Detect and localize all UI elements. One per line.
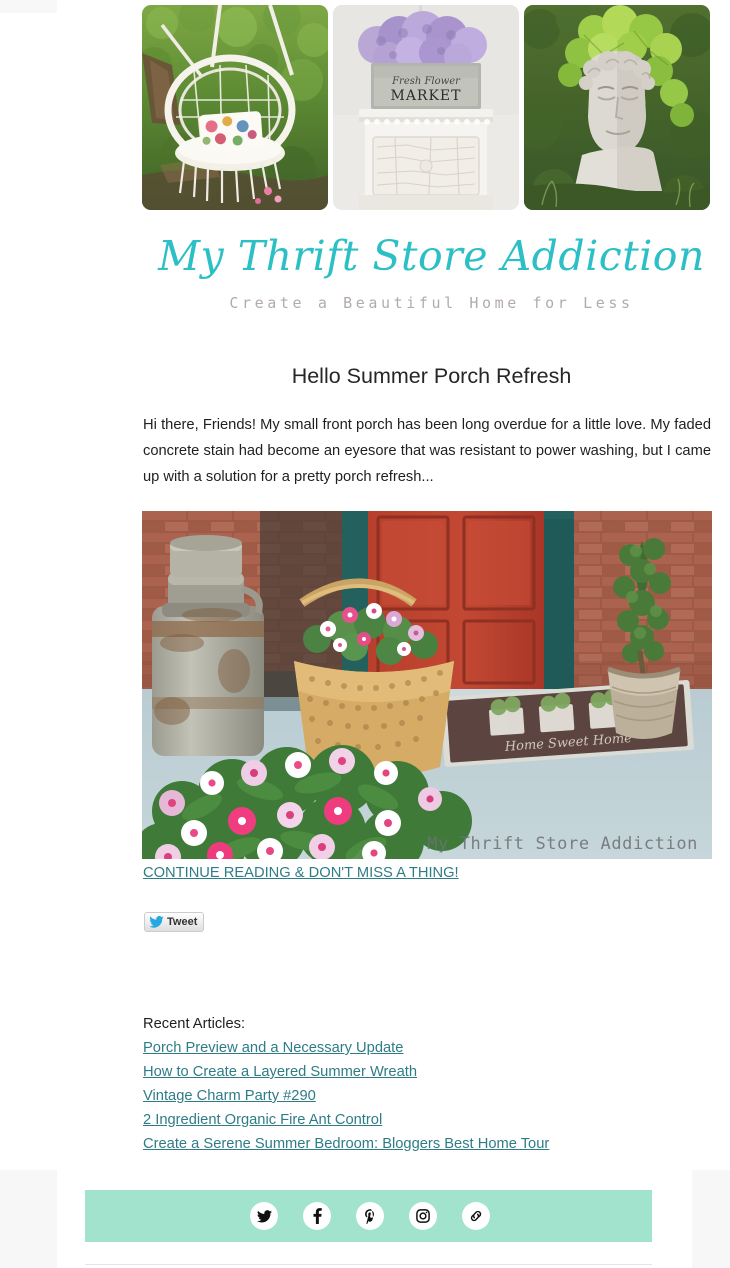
post-excerpt: Hi there, Friends! My small front porch …	[143, 417, 711, 485]
svg-text:MARKET: MARKET	[390, 88, 461, 104]
recent-articles-section: Recent Articles: Porch Preview and a Nec…	[143, 1012, 711, 1156]
recent-article-link[interactable]: Vintage Charm Party #290	[143, 1084, 316, 1108]
brand-tagline: Create a Beautiful Home for Less	[229, 294, 634, 313]
footer-divider	[85, 1264, 652, 1265]
tweet-button[interactable]: Tweet	[144, 912, 205, 932]
recent-article-link[interactable]: Create a Serene Summer Bedroom: Bloggers…	[143, 1132, 549, 1156]
continue-reading-link[interactable]: CONTINUE READING & DON'T MISS A THING!	[143, 865, 459, 881]
recent-article-link[interactable]: How to Create a Layered Summer Wreath	[143, 1060, 417, 1084]
twitter-icon	[256, 1209, 272, 1222]
social-link-website[interactable]	[462, 1202, 490, 1230]
recent-article-link[interactable]: Porch Preview and a Necessary Update	[143, 1036, 403, 1060]
pinterest-icon	[365, 1208, 374, 1224]
recent-articles-label: Recent Articles:	[143, 1016, 246, 1032]
content-card: Fresh Flower MARKET My Thrift Store Addi…	[57, 0, 712, 1268]
brand-header: My Thrift Store Addiction Create a Beaut…	[114, 232, 730, 312]
hero-image-face-planter[interactable]	[524, 5, 710, 210]
svg-text:My Thrift Store Addiction: My Thrift Store Addiction	[427, 834, 698, 854]
recent-article-link[interactable]: 2 Ingredient Organic Fire Ant Control	[143, 1108, 382, 1132]
twitter-bird-icon	[149, 916, 164, 928]
social-links-bar	[85, 1190, 652, 1242]
hero-image-macrame-hanging-chair[interactable]	[142, 5, 328, 210]
facebook-icon	[313, 1208, 322, 1224]
post-featured-image[interactable]: Home Sweet Home My Thrift Store Addictio…	[142, 511, 712, 859]
tweet-button-label: Tweet	[167, 916, 198, 928]
social-link-twitter[interactable]	[250, 1202, 278, 1230]
social-link-instagram[interactable]	[409, 1202, 437, 1230]
brand-title: My Thrift Store Addiction	[158, 232, 705, 280]
email-newsletter-page: Fresh Flower MARKET My Thrift Store Addi…	[0, 0, 730, 1268]
social-link-facebook[interactable]	[303, 1202, 331, 1230]
header-image-strip: Fresh Flower MARKET	[142, 5, 712, 210]
social-link-pinterest[interactable]	[356, 1202, 384, 1230]
instagram-icon	[416, 1209, 430, 1223]
link-icon	[470, 1210, 482, 1222]
svg-text:Fresh Flower: Fresh Flower	[391, 76, 461, 87]
post-title: Hello Summer Porch Refresh	[291, 364, 572, 388]
top-left-background-strip	[0, 0, 57, 13]
hero-image-fresh-flower-market[interactable]: Fresh Flower MARKET	[333, 5, 519, 210]
